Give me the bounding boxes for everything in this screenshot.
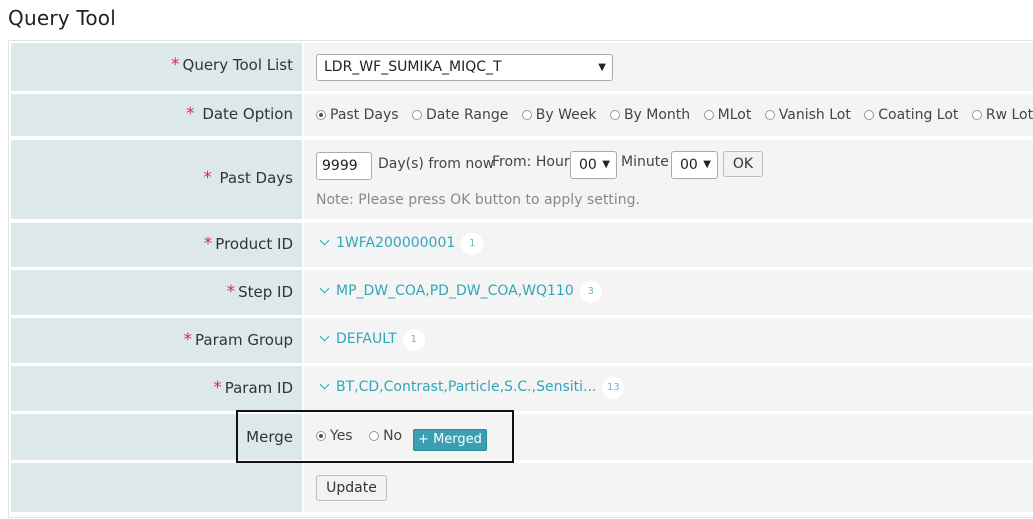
radio-circle[interactable] [521,110,532,120]
past-days-input[interactable]: 9999 [316,152,372,180]
chevron-down-icon [319,283,330,294]
step-id-label: Step ID [238,283,293,301]
step-id-value: MP_DW_COA,PD_DW_COA,WQ110 [336,283,574,299]
radio-merge-no[interactable]: No [369,428,402,444]
radio-circle[interactable] [412,110,423,120]
product-id-picker[interactable]: 1WFA200000001 1 [319,233,484,255]
minute-label: Minute [621,154,669,170]
chevron-down-icon [319,379,330,390]
merge-radio-group: Yes No [316,428,411,444]
radio-by-month[interactable]: By Month [609,107,690,123]
count-badge: 1 [461,233,484,255]
chevron-down-icon: ▼ [602,159,610,170]
radio-date-range[interactable]: Date Range [412,107,508,123]
ok-button[interactable]: OK [723,151,763,177]
row-step-id: * Step ID MP_DW_COA,PD_DW_COA,WQ110 3 [11,270,1033,315]
row-value: DEFAULT 1 [304,318,1033,363]
minute-select[interactable]: 00 ▼ [671,151,718,179]
count-badge: 1 [402,329,425,351]
param-group-value: DEFAULT [336,331,397,347]
required-mark: * [213,378,222,398]
step-id-picker[interactable]: MP_DW_COA,PD_DW_COA,WQ110 3 [319,281,602,303]
merged-button[interactable]: + Merged [413,429,487,451]
row-past-days: * Past Days 9999 Day(s) from now From: H… [11,140,1033,219]
radio-circle-checked[interactable] [316,110,326,120]
apply-setting-note: Note: Please press OK button to apply se… [316,192,640,208]
count-badge: 3 [579,281,602,303]
radio-past-days[interactable]: Past Days [316,107,399,123]
row-value: LDR_WF_SUMIKA_MIQC_T ▼ [304,43,1033,91]
required-mark: * [171,55,180,75]
row-label: * Date Option [11,94,302,136]
row-label: Merge [11,414,302,460]
chevron-down-icon [319,235,330,246]
update-button[interactable]: Update [316,475,387,501]
merge-label: Merge [246,428,293,446]
row-value: MP_DW_COA,PD_DW_COA,WQ110 3 [304,270,1033,315]
date-option-label: Date Option [202,105,293,123]
row-label: * Param Group [11,318,302,363]
param-group-label: Param Group [195,331,293,349]
row-product-id: * Product ID 1WFA200000001 1 [11,223,1033,267]
plus-icon: + [418,432,429,447]
radio-circle[interactable] [864,110,875,120]
param-id-value: BT,CD,Contrast,Particle,S.C.,Sensiti... [336,379,597,395]
radio-circle[interactable] [971,110,982,120]
row-label: * Past Days [11,140,302,219]
radio-coating-lot[interactable]: Coating Lot [864,107,958,123]
radio-circle[interactable] [764,110,775,120]
radio-circle[interactable] [369,431,380,441]
radio-by-week[interactable]: By Week [521,107,596,123]
row-value: Yes No + Merged [304,414,1033,460]
row-label: * Step ID [11,270,302,315]
row-value: Past Days Date Range By Week By Month ML… [304,94,1033,136]
required-mark: * [186,104,195,124]
page-title: Query Tool [8,6,116,30]
row-date-option: * Date Option Past Days Date Range By We… [11,94,1033,136]
product-id-label: Product ID [215,235,293,253]
radio-merge-yes[interactable]: Yes [316,428,353,444]
date-option-radio-group: Past Days Date Range By Week By Month ML… [316,107,1033,123]
row-value: 9999 Day(s) from now From: Hour 00 ▼ Min… [304,140,1033,219]
row-label: * Param ID [11,366,302,411]
required-mark: * [203,234,213,254]
radio-circle-checked[interactable] [316,431,326,441]
required-mark: * [226,282,236,302]
row-label: * Query Tool List [11,43,302,91]
product-id-value: 1WFA200000001 [336,235,456,251]
param-id-picker[interactable]: BT,CD,Contrast,Particle,S.C.,Sensiti... 1… [319,377,625,399]
row-param-id: * Param ID BT,CD,Contrast,Particle,S.C.,S… [11,366,1033,411]
row-label [11,463,302,512]
query-tool-list-label: Query Tool List [182,56,293,74]
query-tool-list-value: LDR_WF_SUMIKA_MIQC_T [324,59,502,75]
radio-mlot[interactable]: MLot [703,107,751,123]
radio-vanish-lot[interactable]: Vanish Lot [764,107,851,123]
chevron-down-icon: ▼ [703,159,711,170]
row-query-tool-list: * Query Tool List LDR_WF_SUMIKA_MIQC_T ▼ [11,43,1033,91]
count-badge: 13 [602,377,625,399]
radio-rw-lot[interactable]: Rw Lot [971,107,1033,123]
row-value: 1WFA200000001 1 [304,223,1033,267]
chevron-down-icon [319,331,330,342]
row-update: Update [11,463,1033,512]
past-days-label: Past Days [219,169,293,187]
radio-circle[interactable] [703,110,714,120]
param-group-picker[interactable]: DEFAULT 1 [319,329,425,351]
required-mark: * [183,330,193,350]
from-hour-label: From: Hour [492,154,570,170]
row-value: BT,CD,Contrast,Particle,S.C.,Sensiti... 1… [304,366,1033,411]
query-tool-list-select[interactable]: LDR_WF_SUMIKA_MIQC_T ▼ [316,54,613,81]
days-suffix-text: Day(s) from now [378,156,495,172]
radio-circle[interactable] [609,110,620,120]
row-param-group: * Param Group DEFAULT 1 [11,318,1033,363]
required-mark: * [203,168,212,188]
row-value: Update [304,463,1033,512]
chevron-down-icon: ▼ [598,62,606,73]
hour-select[interactable]: 00 ▼ [570,151,617,179]
param-id-label: Param ID [224,379,293,397]
row-merge: Merge Yes No + Merged [11,414,1033,460]
row-label: * Product ID [11,223,302,267]
